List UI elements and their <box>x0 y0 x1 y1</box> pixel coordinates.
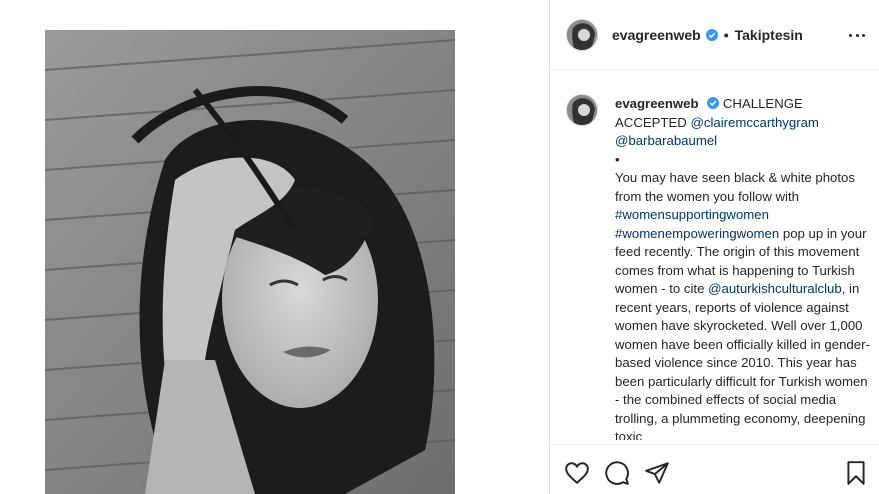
mention-link[interactable]: @clairemccarthygram <box>690 115 818 130</box>
avatar-image <box>567 19 597 50</box>
bookmark-icon[interactable] <box>843 460 869 486</box>
mention-link[interactable]: @auturkishculturalclub <box>708 281 842 296</box>
photo-image <box>45 30 455 494</box>
caption-text: evagreenweb CHALLENGE ACCEPTED @clairemc… <box>615 95 872 440</box>
avatar[interactable] <box>566 18 598 51</box>
direct-share-icon[interactable] <box>644 460 670 486</box>
caption-dot: • <box>615 151 620 167</box>
mention-link[interactable]: @barbarabaumel <box>615 133 717 148</box>
caption-block: evagreenweb CHALLENGE ACCEPTED @clairemc… <box>566 92 872 440</box>
post-header: evagreenweb • Takiptesin <box>550 0 879 70</box>
separator-bullet: • <box>723 26 729 43</box>
more-options-icon[interactable] <box>847 25 867 45</box>
caption-username[interactable]: evagreenweb <box>615 96 699 111</box>
verified-badge-icon <box>705 28 718 41</box>
verified-badge-icon <box>707 97 720 109</box>
comment-icon[interactable] <box>604 460 630 486</box>
post-sidebar: evagreenweb • Takiptesin evagreenweb CHA… <box>550 0 879 494</box>
post-media-pane <box>0 0 549 494</box>
hashtag-link[interactable]: #womenempoweringwomen <box>615 226 779 241</box>
caption-body-part1: You may have seen black & white photos f… <box>615 170 855 204</box>
post-photo[interactable] <box>45 30 455 494</box>
hashtag-link[interactable]: #womensupportingwomen <box>615 207 769 222</box>
heart-icon[interactable] <box>564 460 590 486</box>
caption-avatar-image <box>567 95 597 125</box>
caption-avatar[interactable] <box>566 94 598 126</box>
action-bar <box>550 444 879 494</box>
caption-body-part3: , in recent years, reports of violence a… <box>615 281 870 440</box>
header-username[interactable]: evagreenweb <box>612 27 701 43</box>
follow-status-button[interactable]: Takiptesin <box>735 27 803 43</box>
